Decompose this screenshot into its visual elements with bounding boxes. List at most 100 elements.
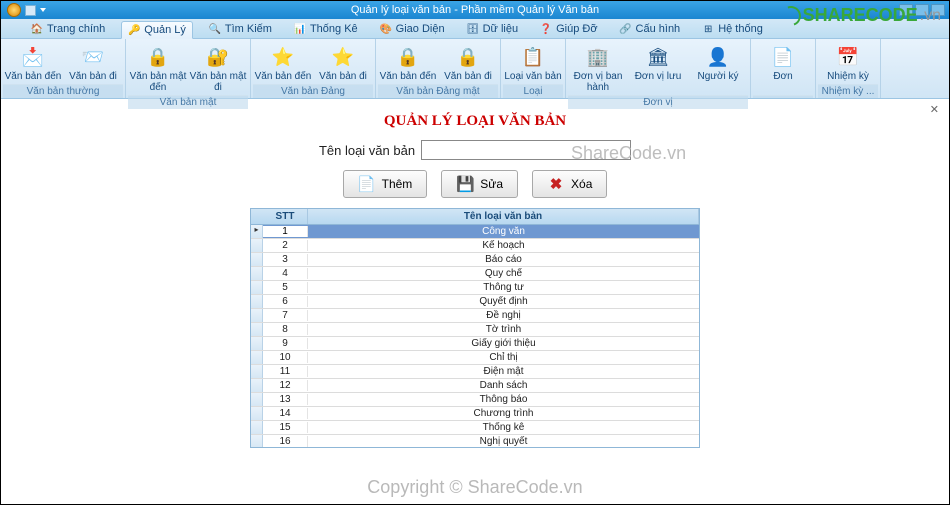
table-row[interactable]: 10 Chỉ thị (251, 351, 699, 365)
ribbon-button-label: Loại văn bản (504, 71, 561, 82)
table-row[interactable]: 16 Nghị quyết (251, 435, 699, 447)
ribbon-button[interactable]: ⭐Văn bản đến (253, 43, 313, 84)
tab-label: Quản Lý (144, 24, 186, 36)
ribbon-icon: 🏢 (586, 45, 610, 69)
ribbon-button[interactable]: 📄Đơn (753, 43, 813, 95)
tab-icon: 🗄 (467, 23, 479, 35)
cell-name: Đề nghị (308, 310, 699, 321)
menu-tab[interactable]: 🔗 Cấu hình (614, 20, 687, 38)
row-marker: ▸ (251, 225, 263, 238)
ribbon-icon: 🔒 (146, 45, 170, 69)
ribbon-button-label: Văn bản đến (5, 71, 62, 82)
tab-icon: 🔗 (620, 23, 632, 35)
row-marker (251, 379, 263, 392)
ribbon-button[interactable]: 📅Nhiệm kỳ (818, 43, 878, 84)
table-row[interactable]: 8 Tờ trình (251, 323, 699, 337)
menu-tab[interactable]: 🗄 Dữ liệu (461, 20, 525, 38)
ribbon-group: 🏢Đơn vị ban hành🏛Đơn vị lưu👤Người kýĐơn … (566, 39, 751, 98)
ribbon-button[interactable]: 📩 Văn bản đến (3, 43, 63, 84)
add-button-label: Thêm (382, 177, 413, 191)
cell-name: Chỉ thị (308, 352, 699, 363)
cell-stt: 5 (263, 282, 308, 293)
col-header-name[interactable]: Tên loại văn bản (308, 209, 699, 224)
menu-tab[interactable]: 📊 Thống Kê (288, 20, 364, 38)
row-marker (251, 281, 263, 294)
ribbon-group: 📩Văn bản đến📨Văn bản điVăn bản thường (1, 39, 126, 98)
table-row[interactable]: 9 Giấy giới thiệu (251, 337, 699, 351)
ribbon-group-label: Nhiệm kỳ ... (818, 84, 878, 98)
ribbon-button-label: Văn bản đến (380, 71, 437, 82)
menu-tab[interactable]: 🏠Trang chính (25, 20, 111, 38)
table-row[interactable]: 3 Báo cáo (251, 253, 699, 267)
ribbon-icon: ⭐ (331, 45, 355, 69)
table-row[interactable]: 6 Quyết định (251, 295, 699, 309)
ribbon-group-label (753, 95, 813, 98)
ribbon-button[interactable]: 🔒Văn bản mật đến (128, 43, 188, 95)
delete-icon: ✖ (547, 175, 565, 193)
tab-icon: 📊 (294, 23, 306, 35)
ribbon-button-label: Văn bản mật đi (188, 71, 248, 93)
table-row[interactable]: 7 Đề nghị (251, 309, 699, 323)
delete-button[interactable]: ✖ Xóa (532, 170, 607, 198)
add-icon: 📄 (358, 175, 376, 193)
ribbon-button[interactable]: 👤Người ký (688, 43, 748, 95)
action-buttons: 📄 Thêm 💾 Sửa ✖ Xóa (1, 170, 949, 198)
ribbon-button[interactable]: ⭐Văn bản đi (313, 43, 373, 84)
table-row[interactable]: 12 Danh sách (251, 379, 699, 393)
cell-stt: 12 (263, 380, 308, 391)
cell-name: Công văn (308, 226, 699, 237)
tab-icon: 🎨 (380, 23, 392, 35)
cell-stt: 7 (263, 310, 308, 321)
ribbon-icon: 📩 (21, 45, 45, 69)
menu-tab[interactable]: 🎨Giao Diện (374, 20, 451, 38)
edit-button[interactable]: 💾 Sửa (441, 170, 518, 198)
table-row[interactable]: 11 Điện mật (251, 365, 699, 379)
tab-label: Thống Kê (310, 23, 358, 35)
data-grid[interactable]: STT Tên loại văn bản ▸ 1 Công văn 2 Kế h… (250, 208, 700, 448)
table-row[interactable]: 5 Thông tư (251, 281, 699, 295)
table-row[interactable]: 4 Quy chế (251, 267, 699, 281)
cell-name: Thông tư (308, 282, 699, 293)
ribbon-icon: 🏛 (646, 45, 670, 69)
table-row[interactable]: 15 Thống kê (251, 421, 699, 435)
table-row[interactable]: 13 Thông báo (251, 393, 699, 407)
ribbon-icon: 🔒 (396, 45, 420, 69)
ribbon-group-label: Loại (503, 84, 563, 98)
ribbon-icon: 🔐 (206, 45, 230, 69)
table-row[interactable]: 2 Kế hoạch (251, 239, 699, 253)
table-row[interactable]: 14 Chương trình (251, 407, 699, 421)
ribbon-button[interactable]: 🏢Đơn vị ban hành (568, 43, 628, 95)
form-row: Tên loại văn bản (1, 140, 949, 160)
cell-stt: 2 (263, 240, 308, 251)
tab-label: Cấu hình (636, 23, 681, 35)
menu-tab[interactable]: 🔍Tìm Kiếm (203, 20, 278, 38)
row-marker (251, 421, 263, 434)
ribbon-button-label: Đơn (773, 71, 792, 82)
app-orb-icon[interactable] (7, 3, 21, 17)
ribbon-group-label: Văn bản Đảng mật (378, 84, 498, 98)
close-tab-icon[interactable]: ✕ (930, 103, 939, 116)
menu-tab[interactable]: 🔑Quản Lý (121, 21, 193, 39)
add-button[interactable]: 📄 Thêm (343, 170, 428, 198)
cell-stt: 3 (263, 254, 308, 265)
col-header-stt[interactable]: STT (263, 209, 308, 224)
menu-tab[interactable]: ❓Giúp Đỡ (534, 20, 603, 38)
row-marker (251, 365, 263, 378)
cell-stt: 1 (263, 226, 308, 237)
ribbon-button[interactable]: 🔒 Văn bản đến (378, 43, 438, 84)
row-marker (251, 351, 263, 364)
qat-button[interactable] (25, 5, 36, 16)
tab-label: Dữ liệu (483, 23, 519, 35)
qat-dropdown-icon[interactable] (40, 8, 46, 12)
tab-label: Tìm Kiếm (225, 23, 272, 35)
ribbon-button[interactable]: 🔒Văn bản đi (438, 43, 498, 84)
ribbon-button-label: Văn bản đi (69, 71, 117, 82)
grid-body[interactable]: ▸ 1 Công văn 2 Kế hoạch 3 Báo cáo 4 Quy … (251, 225, 699, 447)
menu-tab[interactable]: ⊞Hệ thống (696, 20, 769, 38)
table-row[interactable]: ▸ 1 Công văn (251, 225, 699, 239)
ribbon-button[interactable]: 📋Loại văn bản (503, 43, 563, 84)
ribbon-button[interactable]: 🏛Đơn vị lưu (628, 43, 688, 95)
ribbon-button[interactable]: 🔐Văn bản mật đi (188, 43, 248, 95)
row-marker (251, 309, 263, 322)
ribbon-button[interactable]: 📨Văn bản đi (63, 43, 123, 84)
